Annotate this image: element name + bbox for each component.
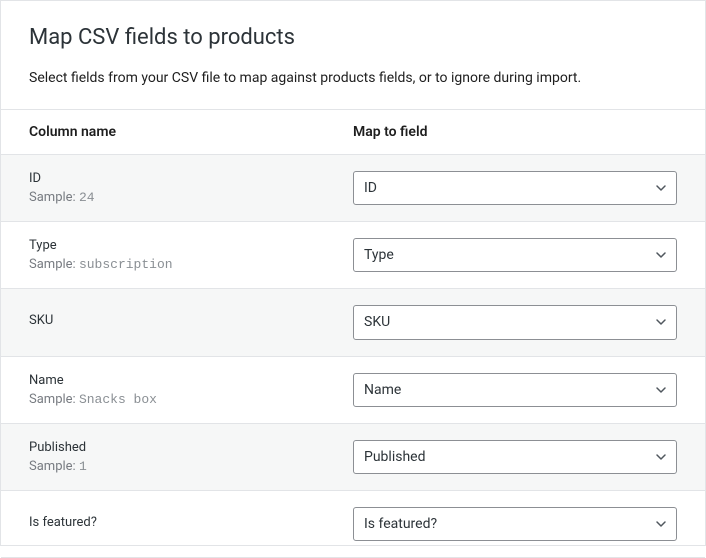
sample-value: Snacks box: [79, 392, 157, 407]
select-wrap: Name: [353, 373, 677, 407]
table-row: Is featured? Is featured?: [1, 490, 705, 557]
select-wrap: Is featured?: [353, 507, 677, 541]
column-sample: Sample: subscription: [29, 257, 325, 272]
cell-column-name: Name Sample: Snacks box: [1, 356, 353, 423]
select-wrap: SKU: [353, 305, 677, 339]
table-row: SKU SKU: [1, 289, 705, 356]
column-sample: Sample: 1: [29, 459, 325, 474]
sample-prefix: Sample:: [29, 459, 76, 474]
column-label: Published: [29, 440, 325, 455]
column-header-name: Column name: [1, 110, 353, 155]
cell-column-name: Is featured?: [1, 490, 353, 557]
column-label: SKU: [29, 313, 325, 328]
column-sample: Sample: 24: [29, 190, 325, 205]
select-wrap: Published: [353, 440, 677, 474]
select-wrap: ID: [353, 171, 677, 205]
page-description: Select fields from your CSV file to map …: [29, 68, 677, 89]
table-header-row: Column name Map to field: [1, 110, 705, 155]
column-sample: Sample: Snacks box: [29, 392, 325, 407]
mapping-table: Column name Map to field ID Sample: 24 I…: [1, 109, 705, 558]
map-select-4[interactable]: Published: [353, 440, 677, 474]
column-label: ID: [29, 171, 325, 186]
sample-prefix: Sample:: [29, 190, 76, 205]
map-select-3[interactable]: Name: [353, 373, 677, 407]
map-select-2[interactable]: SKU: [353, 305, 677, 339]
sample-value: 24: [79, 190, 95, 205]
sample-value: subscription: [79, 257, 173, 272]
cell-map-field: ID: [353, 155, 705, 222]
cell-map-field: Published: [353, 423, 705, 490]
column-label: Is featured?: [29, 515, 325, 530]
sample-prefix: Sample:: [29, 392, 76, 407]
column-header-map: Map to field: [353, 110, 705, 155]
map-select-5[interactable]: Is featured?: [353, 507, 677, 541]
page-title: Map CSV fields to products: [29, 25, 677, 50]
column-label: Type: [29, 238, 325, 253]
cell-column-name: SKU: [1, 289, 353, 356]
panel-header: Map CSV fields to products Select fields…: [1, 1, 705, 109]
map-select-1[interactable]: Type: [353, 238, 677, 272]
cell-map-field: Name: [353, 356, 705, 423]
map-select-0[interactable]: ID: [353, 171, 677, 205]
select-wrap: Type: [353, 238, 677, 272]
column-label: Name: [29, 373, 325, 388]
sample-prefix: Sample:: [29, 257, 76, 272]
cell-map-field: SKU: [353, 289, 705, 356]
cell-map-field: Is featured?: [353, 490, 705, 557]
cell-column-name: Type Sample: subscription: [1, 222, 353, 289]
csv-map-panel: Map CSV fields to products Select fields…: [0, 0, 706, 546]
table-row: Published Sample: 1 Published: [1, 423, 705, 490]
cell-map-field: Type: [353, 222, 705, 289]
table-row: Name Sample: Snacks box Name: [1, 356, 705, 423]
table-row: ID Sample: 24 ID: [1, 155, 705, 222]
cell-column-name: ID Sample: 24: [1, 155, 353, 222]
cell-column-name: Published Sample: 1: [1, 423, 353, 490]
table-row: Type Sample: subscription Type: [1, 222, 705, 289]
sample-value: 1: [79, 459, 87, 474]
